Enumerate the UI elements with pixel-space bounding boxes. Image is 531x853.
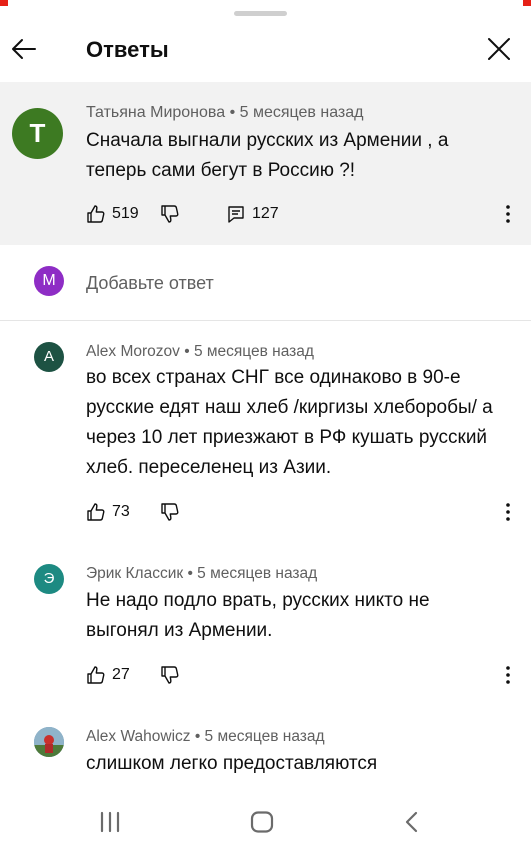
comment-icon: [228, 206, 244, 223]
more-options-button[interactable]: [498, 202, 518, 226]
comment-author[interactable]: Alex Morozov: [86, 343, 180, 360]
comment-meta: Alex Morozov • 5 месяцев назад: [86, 343, 314, 361]
page-title: Ответы: [86, 37, 169, 62]
recent-apps-button[interactable]: [96, 810, 124, 834]
avatar[interactable]: A: [34, 342, 64, 372]
add-reply-row[interactable]: M Добавьте ответ: [0, 246, 531, 320]
comment-author[interactable]: Татьяна Миронова: [86, 104, 225, 121]
reply-count: 127: [252, 205, 279, 222]
like-button[interactable]: 27: [86, 663, 130, 687]
comment-text: во всех странах СНГ все одинаково в 90-е…: [86, 367, 493, 478]
comment-actions: 73: [86, 500, 286, 524]
comment-text: Не надо подло врать, русских никто не вы…: [86, 590, 430, 641]
more-options-button[interactable]: [498, 500, 518, 524]
back-nav-button[interactable]: [402, 810, 422, 834]
like-button[interactable]: 519: [86, 202, 139, 226]
comment-meta: Эрик Классик • 5 месяцев назад: [86, 565, 317, 583]
comment-text: Сначала выгнали русских из Армении , а т…: [86, 130, 449, 181]
avatar[interactable]: Т: [12, 108, 63, 159]
dislike-button[interactable]: [160, 500, 180, 524]
thumbs-up-icon: [87, 503, 105, 521]
comment-time: • 5 месяцев назад: [184, 343, 314, 360]
thumbs-up-icon: [87, 666, 105, 684]
arrow-left-icon: [12, 39, 36, 59]
thumbs-down-icon: [161, 205, 179, 223]
home-button[interactable]: [249, 810, 275, 834]
comment-meta: Татьяна Миронова • 5 месяцев назад: [86, 104, 363, 122]
comment-text: слишком легко предоставляются: [86, 753, 378, 774]
comment-time: • 5 месяцев назад: [187, 565, 318, 582]
thumbs-down-icon: [161, 666, 179, 684]
more-options-button[interactable]: [498, 663, 518, 687]
avatar[interactable]: [34, 727, 64, 757]
user-photo-icon: [34, 727, 64, 757]
home-icon: [250, 811, 274, 833]
more-vert-icon: [506, 666, 510, 684]
like-count: 27: [112, 666, 130, 683]
replies-button[interactable]: 127: [226, 202, 279, 226]
close-icon: [488, 38, 510, 60]
recent-apps-icon: [100, 811, 120, 833]
more-vert-icon: [506, 205, 510, 223]
like-button[interactable]: 73: [86, 500, 130, 524]
comment-time: • 5 месяцев назад: [194, 728, 325, 745]
back-button[interactable]: [8, 32, 42, 66]
comment-meta: Alex Wahowicz • 5 месяцев назад: [86, 728, 325, 746]
dislike-button[interactable]: [160, 663, 180, 687]
parent-comment: Т Татьяна Миронова • 5 месяцев назад Сна…: [0, 82, 531, 245]
status-bar-accent: [523, 0, 531, 6]
reply-comment: Э Эрик Классик • 5 месяцев назад Не надо…: [0, 543, 531, 703]
reply-comment: A Alex Morozov • 5 месяцев назад во всех…: [0, 321, 531, 541]
chevron-left-icon: [405, 811, 418, 833]
drag-handle[interactable]: [234, 11, 287, 16]
comment-actions: 27: [86, 663, 286, 687]
more-vert-icon: [506, 503, 510, 521]
comment-author[interactable]: Эрик Классик: [86, 565, 183, 582]
comment-author[interactable]: Alex Wahowicz: [86, 728, 191, 745]
thumbs-up-icon: [87, 205, 105, 223]
avatar: M: [34, 266, 64, 296]
comment-time: • 5 месяцев назад: [229, 104, 364, 121]
close-button[interactable]: [482, 32, 516, 66]
like-count: 73: [112, 503, 130, 520]
dislike-button[interactable]: [160, 202, 180, 226]
avatar[interactable]: Э: [34, 564, 64, 594]
system-navigation-bar: [0, 790, 531, 853]
thumbs-down-icon: [161, 503, 179, 521]
replies-header: Ответы: [0, 22, 531, 80]
like-count: 519: [112, 205, 139, 222]
status-bar-accent: [0, 0, 8, 6]
comment-actions: 519 127: [86, 202, 506, 226]
add-reply-input[interactable]: Добавьте ответ: [86, 273, 214, 294]
